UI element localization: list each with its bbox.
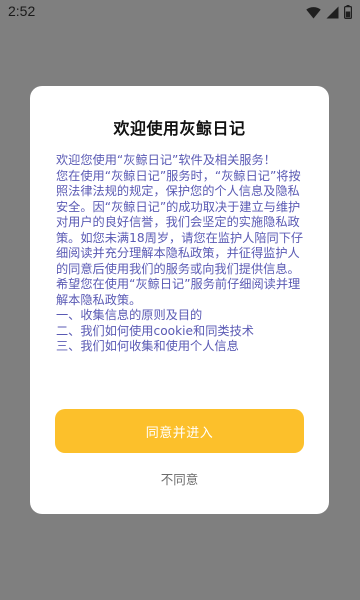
status-icons	[306, 5, 352, 19]
policy-section-heading: 一、收集信息的原则及目的	[56, 308, 203, 322]
policy-paragraph: 希望您在使用“灰鲸日记”服务前仔细阅读并理解本隐私政策。	[56, 277, 301, 307]
wifi-icon	[306, 6, 321, 19]
battery-icon	[344, 5, 352, 19]
policy-paragraph: 欢迎您使用“灰鲸日记”软件及相关服务！	[56, 153, 276, 167]
dialog-title: 欢迎使用灰鲸日记	[113, 119, 246, 138]
disagree-button[interactable]: 不同意	[30, 469, 329, 488]
signal-icon	[326, 6, 339, 19]
privacy-dialog: 欢迎使用灰鲸日记 欢迎您使用“灰鲸日记”软件及相关服务！ 您在使用“灰鲸日记”服…	[30, 86, 329, 514]
policy-section-heading: 三、我们如何收集和使用个人信息	[56, 339, 239, 353]
policy-paragraph: 您在使用“灰鲸日记”服务时，“灰鲸日记”将按照法律法规的规定，保护您的个人信息及…	[56, 168, 304, 276]
policy-section-heading: 二、我们如何使用cookie和同类技术	[56, 323, 254, 338]
privacy-policy-text[interactable]: 欢迎您使用“灰鲸日记”软件及相关服务！ 您在使用“灰鲸日记”服务时，“灰鲸日记”…	[56, 153, 306, 453]
agree-button[interactable]: 同意并进入	[55, 409, 304, 453]
status-bar: 2:52	[0, 0, 360, 24]
status-time: 2:52	[8, 3, 36, 19]
